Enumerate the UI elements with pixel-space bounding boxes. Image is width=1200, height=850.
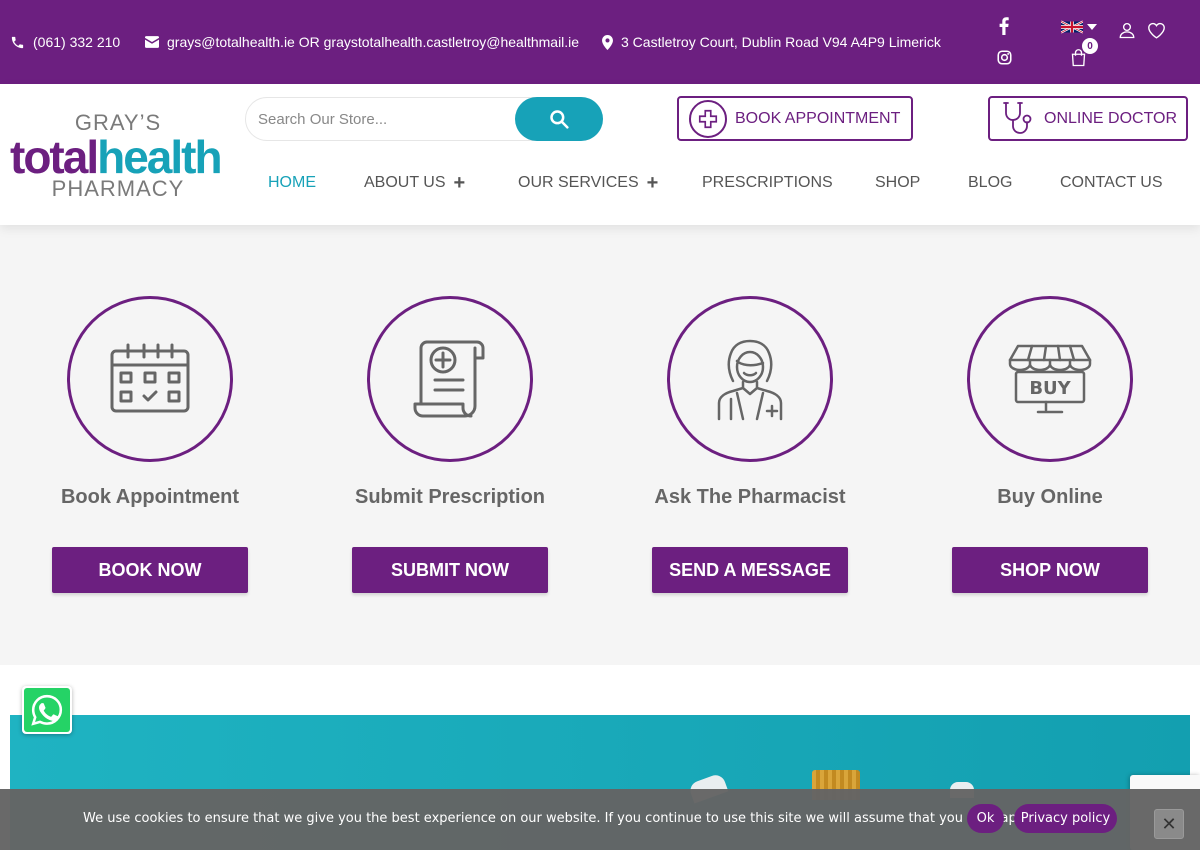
- map-pin-icon: [602, 34, 613, 50]
- svg-text:BUY: BUY: [1029, 378, 1071, 399]
- feature-title: Submit Prescription: [354, 486, 546, 508]
- feature-circle[interactable]: [67, 296, 233, 462]
- search-input[interactable]: [258, 98, 513, 140]
- envelope-icon: [145, 36, 159, 48]
- uk-flag-icon: [1061, 20, 1083, 34]
- feature-circle[interactable]: [367, 296, 533, 462]
- plus-icon: +: [453, 172, 466, 194]
- feature-circle[interactable]: BUY: [967, 296, 1133, 462]
- shop-now-button[interactable]: SHOP NOW: [952, 547, 1148, 593]
- close-icon[interactable]: ✕: [1154, 809, 1184, 839]
- online-doctor-button[interactable]: ONLINE DOCTOR: [988, 96, 1188, 141]
- book-now-button[interactable]: BOOK NOW: [52, 547, 248, 593]
- medical-cross-icon: [689, 99, 727, 138]
- prescription-scroll-icon: [413, 340, 485, 418]
- email-link[interactable]: grays@totalhealth.ie OR graystotalhealth…: [145, 34, 579, 50]
- heart-icon[interactable]: [1145, 20, 1167, 40]
- instagram-icon[interactable]: [996, 49, 1012, 65]
- send-message-button[interactable]: SEND A MESSAGE: [652, 547, 848, 593]
- phone-number: (061) 332 210: [33, 34, 121, 50]
- cookie-ok-button[interactable]: Ok: [967, 804, 1004, 833]
- caret-down-icon: [1087, 24, 1097, 30]
- stethoscope-icon: [998, 99, 1038, 139]
- shop-buy-icon: BUY: [1008, 344, 1092, 414]
- user-icon[interactable]: [1117, 20, 1137, 40]
- plus-icon: +: [646, 172, 659, 194]
- phone-link[interactable]: (061) 332 210: [10, 34, 120, 50]
- facebook-icon[interactable]: [997, 16, 1011, 36]
- search-icon: [550, 110, 569, 129]
- privacy-policy-button[interactable]: Privacy policy: [1014, 804, 1117, 833]
- phone-icon: [11, 36, 24, 48]
- calendar-icon: [110, 343, 190, 413]
- cookie-consent-bar: We use cookies to ensure that we give yo…: [0, 789, 1200, 850]
- nav-home[interactable]: HOME: [268, 174, 316, 192]
- book-appointment-label: BOOK APPOINTMENT: [735, 109, 901, 127]
- nav-our-services[interactable]: OUR SERVICES +: [518, 172, 659, 194]
- feature-title: Ask The Pharmacist: [654, 486, 846, 508]
- pharmacist-icon: [717, 339, 783, 421]
- nav-blog[interactable]: BLOG: [968, 174, 1012, 192]
- cart-count-badge: 0: [1082, 38, 1098, 54]
- feature-title: Buy Online: [997, 486, 1103, 508]
- whatsapp-icon: [31, 694, 63, 726]
- site-header: GRAY’S totalhealth PHARMACY BOOK APPOINT…: [0, 84, 1200, 225]
- nav-prescriptions[interactable]: PRESCRIPTIONS: [702, 174, 833, 192]
- search-box: [245, 97, 603, 141]
- feature-circle[interactable]: [667, 296, 833, 462]
- address-link[interactable]: 3 Castletroy Court, Dublin Road V94 A4P9…: [602, 34, 941, 50]
- logo-pharmacy: PHARMACY: [51, 176, 185, 201]
- address-text: 3 Castletroy Court, Dublin Road V94 A4P9…: [621, 34, 941, 50]
- cookie-message: We use cookies to ensure that we give yo…: [83, 811, 1082, 826]
- email-address: grays@totalhealth.ie OR graystotalhealth…: [167, 34, 580, 50]
- site-logo[interactable]: GRAY’S totalhealth PHARMACY: [10, 108, 230, 203]
- nav-contact-us[interactable]: CONTACT US: [1060, 174, 1163, 192]
- nav-about-us[interactable]: ABOUT US +: [364, 172, 466, 194]
- submit-now-button[interactable]: SUBMIT NOW: [352, 547, 548, 593]
- nav-shop[interactable]: SHOP: [875, 174, 920, 192]
- search-button[interactable]: [515, 97, 603, 141]
- whatsapp-button[interactable]: [22, 686, 72, 734]
- book-appointment-button[interactable]: BOOK APPOINTMENT: [677, 96, 913, 141]
- top-bar: (061) 332 210 grays@totalhealth.ie OR gr…: [0, 0, 1200, 84]
- feature-title: Book Appointment: [60, 486, 240, 508]
- language-selector[interactable]: [1057, 18, 1101, 36]
- online-doctor-label: ONLINE DOCTOR: [1044, 109, 1178, 127]
